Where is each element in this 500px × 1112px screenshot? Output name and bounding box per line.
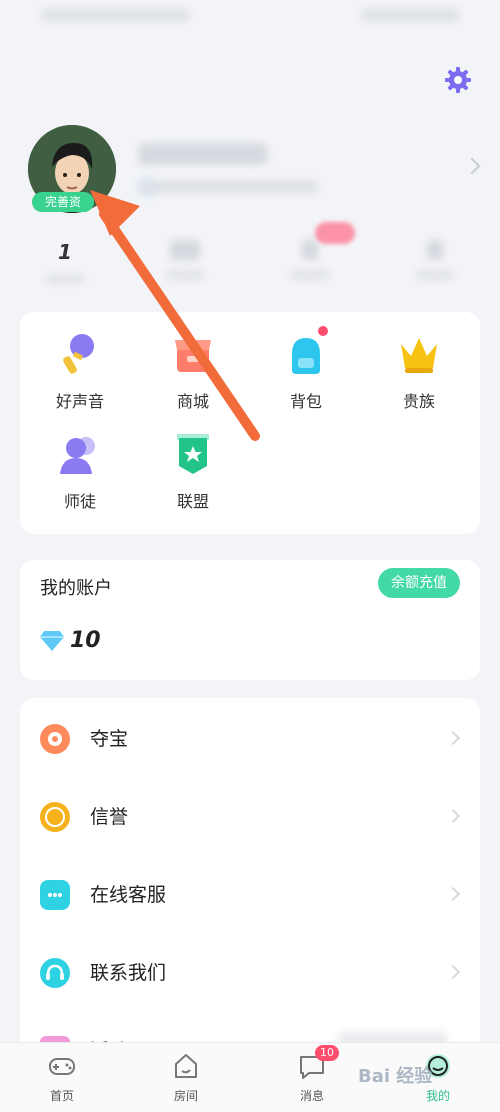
nickname-blurred	[138, 143, 268, 165]
message-count-badge: 10	[315, 1045, 339, 1061]
treasure-icon	[40, 724, 70, 754]
stat-badge-blurred	[315, 222, 355, 244]
menu-item-treasure[interactable]: 夺宝	[20, 698, 480, 776]
stat-item[interactable]	[140, 240, 230, 280]
chevron-right-icon	[445, 808, 461, 824]
tab-room[interactable]: 房间	[146, 1051, 226, 1104]
stat-value-blurred	[427, 240, 443, 260]
feature-label: 背包	[289, 392, 322, 411]
menu-label: 夺宝	[90, 728, 129, 750]
recharge-button[interactable]: 余额充值	[378, 568, 460, 598]
tab-label: 消息	[299, 1089, 324, 1103]
feature-mentor[interactable]: 师徒	[25, 430, 135, 512]
feature-backpack[interactable]: 背包	[251, 326, 361, 412]
chevron-right-icon	[445, 730, 461, 746]
menu-item-contact[interactable]: 联系我们	[20, 932, 480, 1010]
feature-label: 师徒	[63, 492, 96, 511]
backpack-icon	[282, 326, 330, 378]
feature-good-voice[interactable]: 好声音	[25, 330, 135, 412]
settings-gear-icon[interactable]	[444, 66, 472, 94]
stat-value: 1	[58, 240, 72, 264]
stat-label-blurred	[290, 270, 330, 280]
feature-shop[interactable]: 商城	[138, 330, 248, 412]
stat-label-blurred	[415, 270, 455, 280]
menu-item-credit[interactable]: 信誉	[20, 776, 480, 854]
credit-icon	[40, 802, 70, 832]
diamond-balance: 10	[70, 628, 101, 653]
menu-list: 夺宝 信誉 在线客服 联系我们 活动	[20, 698, 480, 1066]
menu-item-customer-service[interactable]: 在线客服	[20, 854, 480, 932]
feature-label: 贵族	[402, 392, 435, 411]
crown-icon	[395, 330, 443, 378]
stat-value-blurred	[302, 240, 318, 260]
headset-icon	[40, 958, 70, 988]
stats-row: 1	[20, 232, 480, 302]
watermark: Bai 经验	[358, 1066, 433, 1087]
user-id-blurred	[138, 180, 318, 194]
shop-icon	[169, 330, 217, 378]
feature-label: 好声音	[55, 392, 104, 411]
feature-label: 联盟	[176, 492, 209, 511]
microphone-icon	[56, 330, 104, 378]
complete-profile-badge[interactable]: 完善资	[32, 192, 94, 212]
chevron-right-icon	[445, 964, 461, 980]
feature-label: 商城	[176, 392, 209, 411]
features-card: 好声音 商城 背包 贵族 师徒 联盟	[20, 312, 480, 534]
account-card: 我的账户 余额充值 10	[20, 560, 480, 680]
stat-item[interactable]	[265, 240, 355, 280]
message-icon: 10	[297, 1045, 339, 1081]
diamond-icon	[40, 631, 64, 655]
league-flag-icon	[169, 430, 217, 478]
menu-label: 在线客服	[90, 884, 167, 906]
account-title: 我的账户	[40, 578, 112, 599]
stat-label-blurred	[165, 270, 205, 280]
stat-label-blurred	[45, 274, 85, 284]
stat-item[interactable]	[390, 240, 480, 280]
mentor-icon	[56, 430, 104, 478]
status-right	[360, 8, 460, 22]
tab-home[interactable]: 首页	[22, 1051, 102, 1104]
tab-label: 房间	[173, 1089, 198, 1103]
tab-messages[interactable]: 10 消息	[272, 1045, 352, 1104]
status-bar	[0, 0, 500, 40]
status-left	[40, 8, 190, 22]
menu-label: 信誉	[90, 806, 129, 828]
room-icon	[171, 1051, 201, 1081]
chat-icon	[40, 880, 70, 910]
feature-noble[interactable]: 贵族	[364, 330, 474, 412]
menu-label: 联系我们	[90, 962, 167, 984]
feature-league[interactable]: 联盟	[138, 430, 248, 512]
tab-label: 首页	[49, 1089, 74, 1103]
stat-value-blurred	[170, 240, 200, 260]
gamepad-icon	[47, 1051, 77, 1081]
backpack-notification-dot	[318, 326, 328, 336]
chevron-right-icon	[445, 886, 461, 902]
stat-item[interactable]: 1	[20, 240, 110, 284]
profile-chevron-icon[interactable]	[463, 157, 481, 175]
tab-label: 我的	[425, 1089, 450, 1103]
